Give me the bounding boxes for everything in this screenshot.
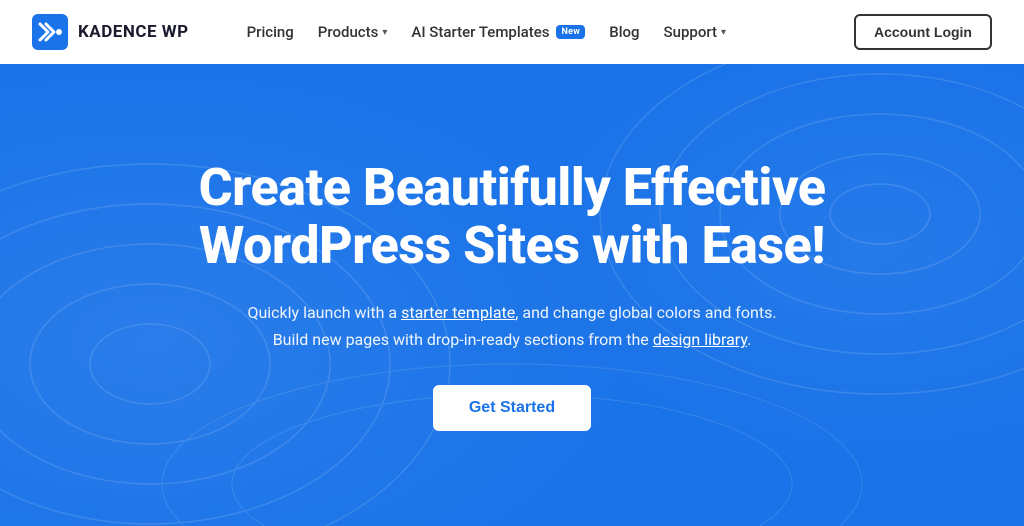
nav-link-ai-starter[interactable]: AI Starter Templates New xyxy=(401,15,595,49)
logo-text: KADENCE WP xyxy=(78,22,189,42)
design-library-link[interactable]: design library xyxy=(653,330,747,349)
hero-content: Create Beautifully Effective WordPress S… xyxy=(199,159,826,432)
navbar: KADENCE WP Pricing Products ▾ AI Starter… xyxy=(0,0,1024,64)
nav-item-support: Support ▾ xyxy=(654,15,737,49)
hero-section: Create Beautifully Effective WordPress S… xyxy=(0,64,1024,526)
logo-icon xyxy=(32,14,68,50)
nav-link-blog[interactable]: Blog xyxy=(599,15,649,49)
new-badge: New xyxy=(556,25,585,39)
logo-link[interactable]: KADENCE WP xyxy=(32,14,189,50)
starter-template-link[interactable]: starter template xyxy=(401,303,515,322)
nav-link-support[interactable]: Support ▾ xyxy=(654,15,737,49)
nav-item-ai-starter: AI Starter Templates New xyxy=(401,15,595,49)
support-chevron-icon: ▾ xyxy=(721,27,726,38)
account-login-button[interactable]: Account Login xyxy=(854,14,992,50)
get-started-button[interactable]: Get Started xyxy=(433,385,591,431)
nav-links: Pricing Products ▾ AI Starter Templates … xyxy=(237,15,736,49)
products-chevron-icon: ▾ xyxy=(382,27,387,38)
nav-link-pricing[interactable]: Pricing xyxy=(237,15,304,49)
hero-title: Create Beautifully Effective WordPress S… xyxy=(199,159,826,275)
nav-item-blog: Blog xyxy=(599,15,649,49)
nav-link-products[interactable]: Products ▾ xyxy=(308,15,398,49)
nav-item-products: Products ▾ xyxy=(308,15,398,49)
nav-item-pricing: Pricing xyxy=(237,15,304,49)
hero-subtitle: Quickly launch with a starter template, … xyxy=(199,299,826,353)
